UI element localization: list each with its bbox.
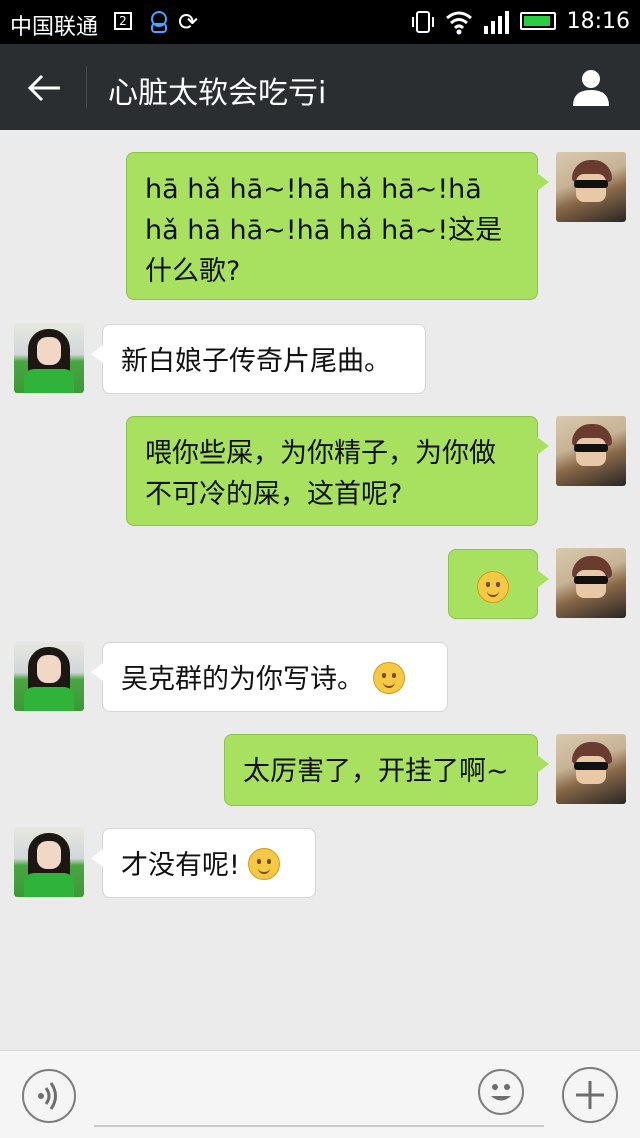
message-bubble-sent[interactable]: 太厉害了，开挂了啊~ [224, 734, 549, 806]
chat-header: 心脏太软会吃亏i [0, 44, 640, 130]
message-text: 才没有呢! [121, 850, 240, 881]
avatar-contact[interactable] [14, 323, 84, 393]
input-bar [0, 1050, 640, 1138]
smiley-icon [491, 1084, 511, 1101]
message-bubble-sent[interactable]: hā hǎ hā~!hā hǎ hā~!hā hǎ hā hā~!hā hǎ h… [126, 152, 549, 300]
sim-icon: 2 [114, 12, 132, 30]
message-text: 新白娘子传奇片尾曲。 [121, 346, 391, 377]
message-bubble-received[interactable]: 新白娘子传奇片尾曲。 [91, 324, 426, 394]
message-text: 喂你些屎，为你精子，为你做不可冷的屎，这首呢? [145, 438, 496, 510]
avatar-contact[interactable] [14, 827, 84, 897]
sync-icon: ⟳ [178, 8, 199, 36]
voice-button[interactable] [22, 1069, 76, 1123]
smile-emoji [372, 662, 405, 694]
plus-icon [576, 1081, 604, 1109]
avatar-me[interactable] [556, 734, 626, 804]
status-bar: 中国联通 2 ⟳ 18:16 [0, 0, 640, 44]
avatar-me[interactable] [556, 548, 626, 618]
message-bubble-sent[interactable]: 喂你些屎，为你精子，为你做不可冷的屎，这首呢? [126, 416, 549, 526]
sweat-emoji [248, 848, 281, 880]
vibrate-icon [410, 8, 436, 42]
qq-icon [148, 10, 170, 40]
signal-icon [482, 8, 510, 42]
avatar-contact[interactable] [14, 641, 84, 711]
wifi-icon [444, 8, 474, 42]
message-text: hā hǎ hā~!hā hǎ hā~!hā hǎ hā hā~!hā hǎ h… [145, 174, 503, 287]
header-divider [86, 66, 87, 108]
chat-title: 心脏太软会吃亏i [108, 76, 327, 111]
message-list[interactable]: hā hǎ hā~!hā hǎ hā~!hā hǎ hā hā~!hā hǎ h… [0, 130, 640, 1050]
message-bubble-received[interactable]: 吴克群的为你写诗。 [91, 642, 448, 712]
person-icon [573, 70, 609, 106]
avatar-me[interactable] [556, 152, 626, 222]
clock: 18:16 [566, 9, 630, 34]
wink-tongue-emoji [477, 571, 509, 603]
battery-icon [520, 12, 556, 30]
message-bubble-received[interactable]: 才没有呢! [91, 828, 316, 898]
voice-icon [38, 1082, 57, 1110]
message-bubble-sent[interactable] [448, 549, 549, 619]
message-text: 太厉害了，开挂了啊~ [243, 756, 509, 787]
arrow-left-icon [27, 74, 60, 102]
message-input[interactable] [94, 1071, 544, 1127]
emoji-button[interactable] [478, 1069, 524, 1115]
profile-button[interactable] [570, 66, 612, 108]
carrier-name: 中国联通 [10, 15, 99, 40]
plus-button[interactable] [562, 1067, 618, 1123]
message-text: 吴克群的为你写诗。 [121, 664, 364, 695]
avatar-me[interactable] [556, 416, 626, 486]
back-button[interactable] [22, 66, 66, 110]
